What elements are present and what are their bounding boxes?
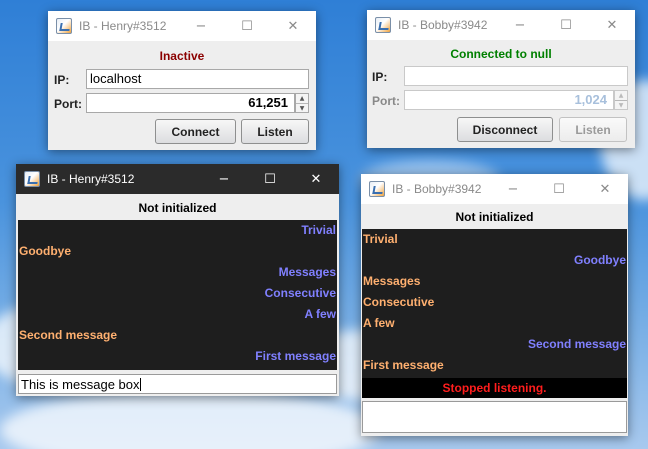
chat-message-right: Trivial: [301, 223, 336, 237]
disconnect-button[interactable]: Disconnect: [457, 117, 553, 142]
app-icon: [375, 17, 391, 33]
ip-input[interactable]: [404, 66, 628, 86]
message-input[interactable]: This is message box: [18, 374, 337, 394]
message-input[interactable]: [362, 401, 627, 433]
ip-label: IP:: [54, 73, 70, 87]
spin-up-icon[interactable]: ▲: [296, 94, 308, 103]
bobby-connection-window: IB - Bobby#3942 − ☐ ✕ Connected to null …: [367, 10, 635, 148]
chat-message-left: First message: [363, 358, 444, 372]
connection-status: Inactive: [159, 49, 205, 63]
chat-message-right: Consecutive: [264, 286, 336, 300]
listen-button[interactable]: Listen: [241, 119, 309, 144]
maximize-icon[interactable]: ☐: [536, 174, 582, 204]
spin-down-icon[interactable]: ▼: [615, 100, 627, 109]
close-icon[interactable]: ✕: [582, 174, 628, 204]
maximize-icon[interactable]: ☐: [224, 11, 270, 41]
close-icon[interactable]: ✕: [270, 11, 316, 41]
chat-message-right: First message: [255, 349, 336, 363]
listening-status: Stopped listening.: [362, 378, 627, 398]
minimize-icon[interactable]: −: [497, 10, 543, 40]
title-bar[interactable]: IB - Bobby#3942 − ☐ ✕: [361, 174, 628, 204]
close-icon[interactable]: ✕: [293, 164, 339, 194]
maximize-icon[interactable]: ☐: [247, 164, 293, 194]
chat-status: Not initialized: [455, 210, 534, 224]
spin-up-icon[interactable]: ▲: [615, 91, 627, 100]
ip-input[interactable]: localhost: [86, 69, 309, 89]
chat-message-left: Consecutive: [363, 295, 435, 309]
chat-message-left: Goodbye: [19, 244, 72, 258]
port-input[interactable]: 61,251: [86, 93, 295, 113]
bobby-chat-window: IB - Bobby#3942 − ☐ ✕ Not initialized Tr…: [361, 174, 628, 436]
chat-status: Not initialized: [138, 201, 217, 215]
app-icon: [24, 171, 40, 187]
close-icon[interactable]: ✕: [589, 10, 635, 40]
window-title: IB - Bobby#3942: [398, 18, 488, 32]
minimize-icon[interactable]: −: [178, 11, 224, 41]
message-list[interactable]: Trivial Goodbye Messages Consecutive A few Se…: [18, 220, 337, 370]
ip-label: IP:: [372, 70, 388, 84]
henry-chat-window: IB - Henry#3512 − ☐ ✕ Not initialized Tr…: [16, 164, 339, 396]
minimize-icon[interactable]: −: [490, 174, 536, 204]
maximize-icon[interactable]: ☐: [543, 10, 589, 40]
app-icon: [369, 181, 385, 197]
port-label: Port:: [54, 97, 82, 111]
listen-button[interactable]: Listen: [559, 117, 627, 142]
message-list[interactable]: Trivial Goodbye Messages Consecutive A few Se…: [362, 229, 627, 378]
connection-status: Connected to null: [450, 47, 552, 61]
title-bar[interactable]: IB - Bobby#3942 − ☐ ✕: [367, 10, 635, 40]
window-title: IB - Henry#3512: [47, 172, 135, 186]
chat-message-left: Second message: [19, 328, 118, 342]
port-spinner[interactable]: ▲ ▼: [295, 93, 309, 113]
window-title: IB - Henry#3512: [79, 19, 167, 33]
text-caret: [139, 378, 141, 391]
minimize-icon[interactable]: −: [201, 164, 247, 194]
chat-message-right: A few: [304, 307, 336, 321]
chat-message-left: A few: [363, 316, 395, 330]
port-spinner[interactable]: ▲ ▼: [614, 90, 628, 110]
title-bar[interactable]: IB - Henry#3512 − ☐ ✕: [16, 164, 339, 194]
port-input[interactable]: 1,024: [404, 90, 614, 110]
spin-down-icon[interactable]: ▼: [296, 103, 308, 112]
chat-message-right: Messages: [278, 265, 336, 279]
port-label: Port:: [372, 94, 400, 108]
cloud: [0, 390, 380, 449]
title-bar[interactable]: IB - Henry#3512 − ☐ ✕: [48, 11, 316, 41]
chat-message-right: Second message: [527, 337, 626, 351]
chat-message-left: Messages: [363, 274, 421, 288]
message-input-text: This is message box: [21, 377, 140, 392]
app-icon: [56, 18, 72, 34]
connect-button[interactable]: Connect: [155, 119, 236, 144]
henry-connection-window: IB - Henry#3512 − ☐ ✕ Inactive IP: local…: [48, 11, 316, 150]
chat-message-right: Goodbye: [573, 253, 626, 267]
chat-message-left: Trivial: [363, 232, 398, 246]
window-title: IB - Bobby#3942: [392, 182, 482, 196]
